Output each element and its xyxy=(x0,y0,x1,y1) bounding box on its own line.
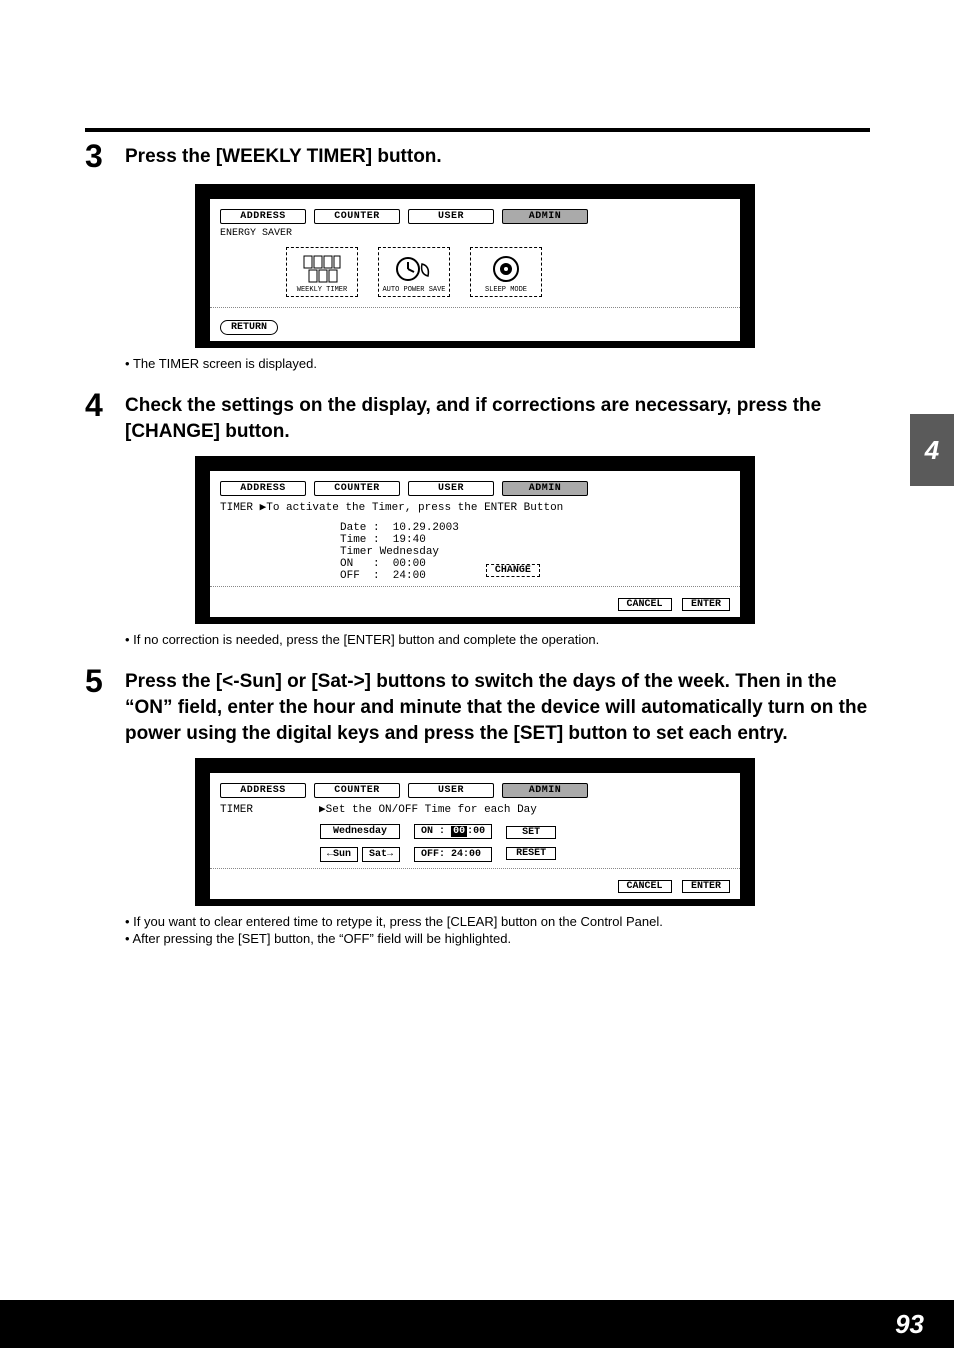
separator xyxy=(210,868,740,869)
lcd-screenshot-energy-saver: ADDRESS COUNTER USER ADMIN ENERGY SAVER … xyxy=(195,184,755,348)
cancel-button[interactable]: CANCEL xyxy=(618,598,672,611)
auto-power-save-button[interactable]: AUTO POWER SAVE xyxy=(378,247,450,297)
step-title: Press the [<-Sun] or [Sat->] buttons to … xyxy=(125,665,870,746)
enter-button[interactable]: ENTER xyxy=(682,598,730,611)
time-value: Time : 19:40 xyxy=(340,534,730,546)
step-note: If you want to clear entered time to ret… xyxy=(125,914,870,929)
lcd-screenshot-timer-set: ADDRESS COUNTER USER ADMIN TIMER ▶Set th… xyxy=(195,758,755,906)
tab-address[interactable]: ADDRESS xyxy=(220,481,306,496)
step-4: 4 Check the settings on the display, and… xyxy=(85,389,870,647)
step-note: The TIMER screen is displayed. xyxy=(125,356,870,371)
horizontal-rule xyxy=(85,128,870,132)
prev-day-sun-button[interactable]: ←Sun xyxy=(320,847,358,862)
tab-address[interactable]: ADDRESS xyxy=(220,783,306,798)
page-footer: 93 xyxy=(0,1300,954,1348)
weekly-timer-button[interactable]: WEEKLY TIMER xyxy=(286,247,358,297)
enter-button[interactable]: ENTER xyxy=(682,880,730,893)
step-5: 5 Press the [<-Sun] or [Sat->] buttons t… xyxy=(85,665,870,946)
step-title: Press the [WEEKLY TIMER] button. xyxy=(125,140,442,170)
tab-admin[interactable]: ADMIN xyxy=(502,209,588,224)
on-time: ON : 00:00 xyxy=(340,558,426,570)
tab-counter[interactable]: COUNTER xyxy=(314,481,400,496)
lcd-tab-bar: ADDRESS COUNTER USER ADMIN xyxy=(220,783,730,798)
step-number: 5 xyxy=(85,665,125,697)
step-note: After pressing the [SET] button, the “OF… xyxy=(125,931,870,946)
page-number: 93 xyxy=(895,1309,924,1340)
off-time-field[interactable]: OFF: 24:00 xyxy=(414,847,492,862)
next-day-sat-button[interactable]: Sat→ xyxy=(362,847,400,862)
return-button[interactable]: RETURN xyxy=(220,320,278,335)
step-note: If no correction is needed, press the [E… xyxy=(125,632,870,647)
on-rest: :00 xyxy=(467,826,485,837)
step-number: 3 xyxy=(85,140,125,172)
icon-label: AUTO POWER SAVE xyxy=(382,286,445,294)
reset-button[interactable]: RESET xyxy=(506,847,556,860)
tab-user[interactable]: USER xyxy=(408,783,494,798)
lcd-tab-bar: ADDRESS COUNTER USER ADMIN xyxy=(220,481,730,496)
lcd-breadcrumb: ENERGY SAVER xyxy=(220,228,730,239)
on-hour-highlighted: 00 xyxy=(451,826,467,837)
sleep-mode-button[interactable]: SLEEP MODE xyxy=(470,247,542,297)
step-title: Check the settings on the display, and i… xyxy=(125,389,870,444)
change-button[interactable]: CHANGE xyxy=(486,564,540,577)
separator xyxy=(210,586,740,587)
clock-leaf-icon xyxy=(381,252,447,286)
tab-address[interactable]: ADDRESS xyxy=(220,209,306,224)
lcd-breadcrumb: TIMER ▶Set the ON/OFF Time for each Day xyxy=(220,802,730,816)
timer-day: Timer Wednesday xyxy=(340,546,730,558)
step-number: 4 xyxy=(85,389,125,421)
tab-counter[interactable]: COUNTER xyxy=(314,209,400,224)
lcd-screenshot-timer-confirm: ADDRESS COUNTER USER ADMIN TIMER ▶To act… xyxy=(195,456,755,624)
day-display: Wednesday xyxy=(320,824,400,839)
tab-counter[interactable]: COUNTER xyxy=(314,783,400,798)
chapter-tab: 4 xyxy=(910,414,954,486)
sleep-clock-icon xyxy=(473,252,539,286)
lcd-breadcrumb: TIMER ▶To activate the Timer, press the … xyxy=(220,500,730,514)
icon-label: WEEKLY TIMER xyxy=(297,286,347,294)
calendar-digits-icon xyxy=(289,252,355,286)
on-time-field[interactable]: ON : 00:00 xyxy=(414,824,492,839)
tab-admin[interactable]: ADMIN xyxy=(502,783,588,798)
date-value: Date : 10.29.2003 xyxy=(340,522,730,534)
off-time: OFF : 24:00 xyxy=(340,570,426,582)
icon-label: SLEEP MODE xyxy=(485,286,527,294)
cancel-button[interactable]: CANCEL xyxy=(618,880,672,893)
header-blank-area xyxy=(0,0,954,108)
tab-user[interactable]: USER xyxy=(408,209,494,224)
set-button[interactable]: SET xyxy=(506,826,556,839)
lcd-tab-bar: ADDRESS COUNTER USER ADMIN xyxy=(220,209,730,224)
on-label: ON : xyxy=(421,826,445,837)
tab-admin[interactable]: ADMIN xyxy=(502,481,588,496)
step-3: 3 Press the [WEEKLY TIMER] button. ADDRE… xyxy=(85,140,870,371)
separator xyxy=(210,307,740,308)
tab-user[interactable]: USER xyxy=(408,481,494,496)
